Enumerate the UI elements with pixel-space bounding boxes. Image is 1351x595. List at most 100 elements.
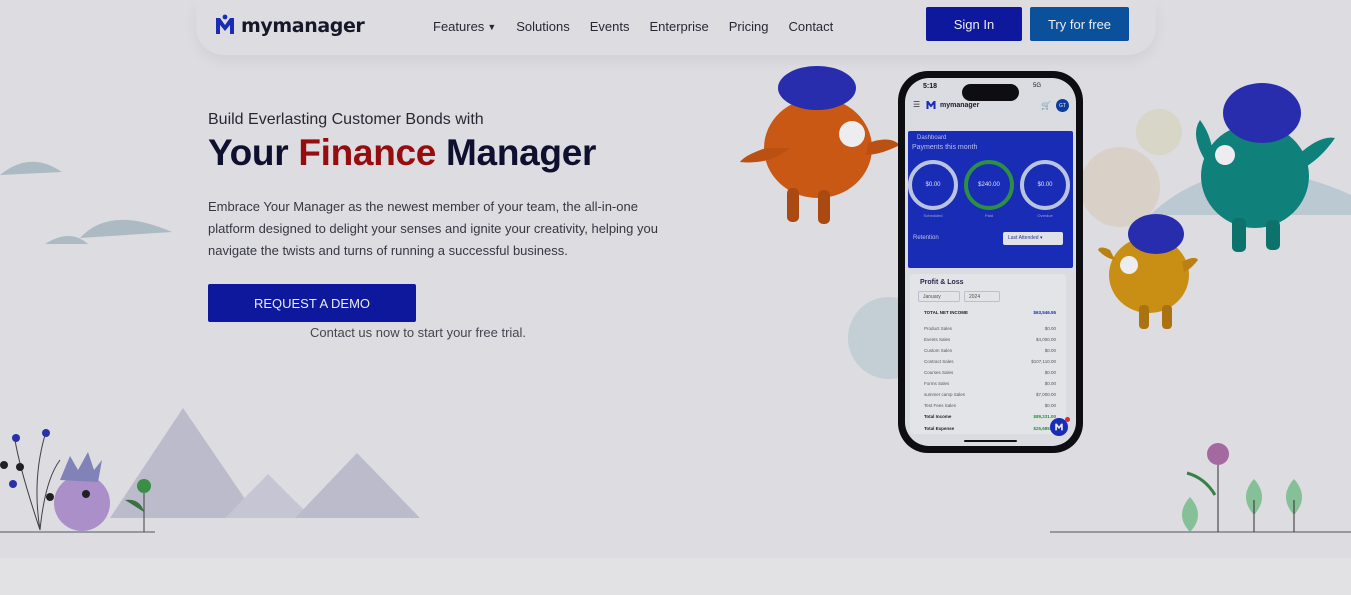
list-item: Custom Sales $0.00	[924, 348, 1056, 353]
retention-select: Last Attended ▾	[1003, 232, 1063, 245]
brand-logo[interactable]: mymanager	[214, 14, 365, 38]
try-for-free-button[interactable]: Try for free	[1030, 7, 1129, 41]
total-expense-row: Total Expense $25,685.45	[924, 426, 1056, 431]
list-item: summer camp Sales $7,000.00	[924, 392, 1056, 397]
phone-time: 5:18	[923, 83, 938, 90]
row-label: TOTAL NET INCOME	[924, 310, 969, 315]
list-item: Test Fees Sales $0.00	[924, 403, 1056, 408]
chevron-down-icon: ▼	[487, 21, 497, 32]
nav-link-label: Enterprise	[649, 19, 709, 34]
row-value: $0.00	[1044, 403, 1056, 408]
row-label: Forms Sales	[924, 381, 950, 386]
nav-link-enterprise[interactable]: Enterprise	[649, 19, 708, 34]
dashboard-subtitle: Payments this month	[912, 144, 978, 151]
list-item: Events Sales $4,000.00	[924, 337, 1056, 342]
cart-icon: 🛒	[1041, 101, 1051, 110]
month-select: January	[918, 291, 960, 302]
list-item: Product Sales $0.00	[924, 326, 1056, 331]
top-navbar: mymanager Features ▼ Solutions Events En…	[196, 0, 1156, 55]
row-label: summer camp Sales	[924, 392, 966, 397]
page-footer-strip	[0, 558, 1351, 595]
list-item: Forms Sales $0.00	[924, 381, 1056, 386]
sign-in-button[interactable]: Sign In	[926, 7, 1022, 41]
row-label: Test Fees Sales	[924, 403, 957, 408]
phone-screen: 5:18 5G ☰ mymanager 🛒 GT Dashboard Payme…	[905, 78, 1076, 446]
total-income-row: Total Income $89,231.00	[924, 414, 1056, 419]
profit-loss-title: Profit & Loss	[920, 279, 964, 286]
retention-select-value: Last Attended	[1008, 235, 1039, 241]
flower-bulb	[54, 475, 110, 531]
row-value: $4,000.00	[1035, 337, 1056, 342]
brand-name: mymanager	[241, 15, 365, 37]
nav-link-pricing[interactable]: Pricing	[729, 19, 769, 34]
hero-title-part1: Your	[208, 132, 289, 173]
cta-note: Contact us now to start your free trial.	[310, 325, 527, 340]
row-value: $63,546.55	[1033, 310, 1056, 315]
home-indicator	[964, 440, 1017, 442]
nav-link-label: Contact	[788, 19, 834, 34]
mountain-3	[295, 453, 420, 518]
row-value: $89,231.00	[1033, 414, 1056, 419]
leaf-tree-1	[1182, 497, 1198, 532]
ring-caption: Overdue	[1037, 213, 1053, 218]
nav-link-label: Events	[589, 19, 630, 34]
dashboard-card: Dashboard Payments this month $0.00 $240…	[908, 131, 1073, 268]
row-value: $7,000.00	[1035, 392, 1056, 397]
year-select: 2024	[964, 291, 1000, 302]
flower-petals	[60, 452, 102, 482]
hero-title-part2: Manager	[446, 132, 597, 173]
nav-link-contact[interactable]: Contact	[788, 19, 833, 34]
avatar: GT	[1056, 99, 1069, 112]
hamburger-menu-icon: ☰	[913, 100, 921, 109]
pale-circle-2	[1136, 109, 1182, 155]
orange-mascot	[740, 66, 900, 224]
ring-caption: Scheduled	[923, 213, 943, 218]
nav-link-label: Features	[433, 19, 485, 34]
nav-links: Features ▼ Solutions Events Enterprise P…	[433, 19, 853, 34]
row-label: Events Sales	[924, 337, 951, 342]
brand-logo-icon	[926, 101, 936, 109]
nav-link-solutions[interactable]: Solutions	[516, 19, 569, 34]
row-label: Total Income	[924, 414, 952, 419]
ring-caption: Paid	[984, 213, 993, 218]
phone-mockup: 5:18 5G ☰ mymanager 🛒 GT Dashboard Payme…	[898, 71, 1083, 453]
retention-label: Retention	[913, 235, 939, 241]
teal-mascot	[1196, 83, 1335, 252]
hero-title-accent: Finance	[298, 132, 437, 173]
dashboard-title: Dashboard	[917, 135, 947, 141]
profit-loss-card: Profit & Loss January 2024 TOTAL NET INC…	[910, 274, 1066, 434]
row-label: Courses Sales	[924, 370, 954, 375]
nav-link-features[interactable]: Features ▼	[433, 19, 496, 34]
pink-flower	[1207, 443, 1229, 465]
request-demo-button[interactable]: REQUEST A DEMO	[208, 284, 416, 322]
notification-dot	[1065, 417, 1070, 422]
plant-stems	[14, 434, 61, 531]
net-income-row: TOTAL NET INCOME $63,546.55	[924, 310, 1056, 315]
row-value: $0.00	[1044, 326, 1056, 331]
small-tree-top	[137, 479, 151, 493]
row-label: Custom Sales	[924, 348, 953, 353]
row-label: Product Sales	[924, 326, 953, 331]
row-value: $0.00	[1044, 348, 1056, 353]
hero-subtitle: Build Everlasting Customer Bonds with	[208, 111, 484, 128]
payment-ring: $0.00	[1020, 160, 1070, 210]
year-select-value: 2024	[969, 294, 981, 300]
list-item: Contract Sales $107,110.00	[924, 359, 1056, 364]
row-value: $0.00	[1044, 370, 1056, 375]
hero-description: Embrace Your Manager as the newest membe…	[208, 199, 658, 258]
payment-ring: $0.00	[908, 160, 958, 210]
nav-link-label: Pricing	[728, 19, 769, 34]
brand-logo-icon	[216, 14, 234, 34]
month-select-value: January	[923, 294, 941, 300]
hero-title: Your Finance Manager	[208, 132, 596, 174]
phone-status: 5G	[1033, 83, 1042, 89]
nav-link-events[interactable]: Events	[590, 19, 630, 34]
phone-app-name: mymanager	[940, 101, 980, 109]
cloud-left-1	[0, 161, 62, 175]
list-item: Courses Sales $0.00	[924, 370, 1056, 375]
row-label: Contract Sales	[924, 359, 954, 364]
yellow-mascot	[1098, 214, 1198, 329]
cloud-left-2	[80, 219, 172, 238]
row-label: Total Expense	[924, 426, 955, 431]
payment-ring: $240.00	[964, 160, 1014, 210]
